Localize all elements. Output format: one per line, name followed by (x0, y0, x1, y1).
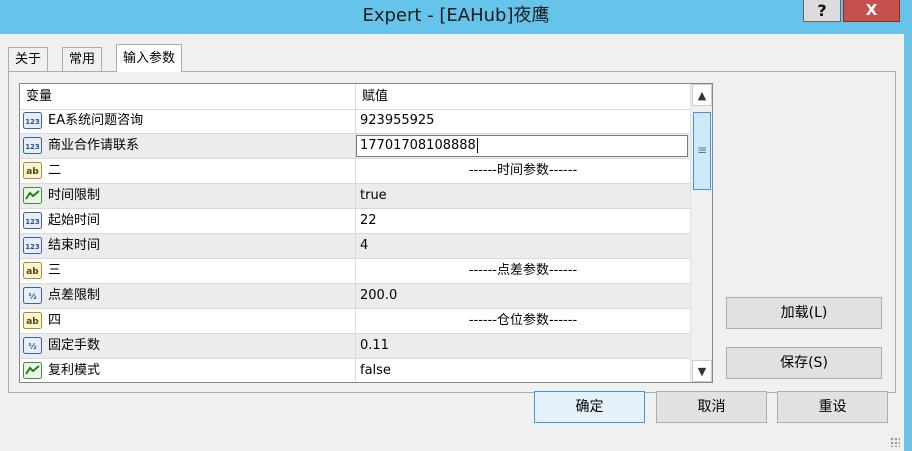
value-edit-text: 17701708108888 (360, 138, 476, 153)
variable-name: EA系统问题咨询 (48, 113, 144, 128)
parameter-value[interactable]: 923955925 (360, 109, 434, 133)
column-header-value[interactable]: 赋值 (356, 84, 690, 109)
grid-header: 变量 赋值 (20, 84, 690, 110)
scroll-up-arrow-icon[interactable]: ▲ (692, 84, 712, 106)
string-ab-icon: ab (23, 262, 42, 279)
parameter-value[interactable]: 200.0 (360, 284, 397, 308)
scroll-thumb[interactable]: ≡ (693, 112, 711, 190)
table-row[interactable]: 复利模式 false (20, 359, 690, 382)
variable-name: 三 (48, 263, 62, 278)
svg-text:ab: ab (26, 267, 39, 277)
table-row[interactable]: 123 起始时间 22 (20, 209, 690, 234)
table-row[interactable]: ab 四 ------仓位参数------ (20, 309, 690, 334)
scroll-down-arrow-icon[interactable]: ▼ (692, 360, 712, 382)
tab-common[interactable]: 常用 (62, 47, 103, 71)
table-row[interactable]: 123 EA系统问题咨询 923955925 (20, 109, 690, 134)
variable-name: 二 (48, 163, 62, 178)
reset-button[interactable]: 重设 (777, 391, 888, 423)
integer-123-icon: 123 (23, 237, 42, 254)
column-divider (355, 234, 356, 258)
column-divider (355, 284, 356, 308)
variable-name: 时间限制 (48, 188, 101, 203)
double-half-icon: ½ (23, 337, 42, 354)
grid-vertical-scrollbar[interactable]: ▲ ≡ ▼ (690, 84, 712, 382)
string-ab-icon: ab (23, 162, 42, 179)
parameter-value[interactable]: 22 (360, 209, 377, 233)
window-title: Expert - [EAHub]夜鹰 (362, 5, 550, 26)
help-button[interactable]: ? (803, 0, 841, 22)
table-row[interactable]: ½ 固定手数 0.11 (20, 334, 690, 359)
variable-name: 起始时间 (48, 213, 101, 228)
tab-input-params[interactable]: 输入参数 (116, 44, 183, 72)
svg-text:123: 123 (25, 118, 40, 126)
table-row[interactable]: ab 二 ------时间参数------ (20, 159, 690, 184)
table-row[interactable]: 123 结束时间 4 (20, 234, 690, 259)
title-bar: Expert - [EAHub]夜鹰 ? X (0, 0, 912, 34)
variable-name: 复利模式 (48, 363, 101, 378)
column-divider (355, 109, 356, 133)
column-header-variable[interactable]: 变量 (20, 84, 355, 109)
parameter-value[interactable]: true (360, 184, 387, 208)
parameter-value[interactable]: ------点差参数------ (356, 259, 690, 283)
variable-name: 点差限制 (48, 288, 101, 303)
string-ab-icon: ab (23, 312, 42, 329)
svg-text:123: 123 (25, 243, 40, 251)
variable-name: 固定手数 (48, 338, 101, 353)
column-divider (355, 334, 356, 358)
parameter-value[interactable]: false (360, 359, 391, 382)
text-caret (476, 138, 478, 153)
close-button[interactable]: X (843, 0, 900, 22)
variable-name: 结束时间 (48, 238, 101, 253)
boolean-chart-icon (23, 362, 42, 379)
table-row[interactable]: 时间限制 true (20, 184, 690, 209)
ok-button[interactable]: 确定 (534, 391, 645, 423)
table-row[interactable]: ab 三 ------点差参数------ (20, 259, 690, 284)
parameter-value[interactable]: 0.11 (360, 334, 389, 358)
integer-123-icon: 123 (23, 212, 42, 229)
integer-123-icon: 123 (23, 137, 42, 154)
boolean-chart-icon (23, 187, 42, 204)
value-edit-input[interactable]: 17701708108888 (356, 135, 688, 157)
svg-text:ab: ab (26, 167, 39, 177)
svg-text:½: ½ (28, 291, 36, 301)
double-half-icon: ½ (23, 287, 42, 304)
column-divider (355, 359, 356, 382)
load-button[interactable]: 加载(L) (726, 297, 882, 329)
column-divider (355, 209, 356, 233)
table-row[interactable]: 123 商业合作请联系 17701708108888 (20, 134, 690, 159)
cancel-button[interactable]: 取消 (656, 391, 767, 423)
column-divider (355, 184, 356, 208)
svg-text:123: 123 (25, 143, 40, 151)
save-button[interactable]: 保存(S) (726, 347, 882, 379)
parameter-value[interactable]: ------仓位参数------ (356, 309, 690, 333)
parameter-value[interactable]: 4 (360, 234, 368, 258)
parameter-value[interactable]: ------时间参数------ (356, 159, 690, 183)
parameters-grid: 变量 赋值 123 EA系统问题咨询 923955925 123 商业合作请联系 1770… (19, 83, 713, 383)
window-right-edge (904, 34, 912, 451)
variable-name: 商业合作请联系 (48, 138, 140, 153)
variable-name: 四 (48, 313, 62, 328)
grid-rows: 123 EA系统问题咨询 923955925 123 商业合作请联系 1770170810… (20, 109, 690, 382)
svg-text:123: 123 (25, 218, 40, 226)
resize-grip-icon[interactable] (890, 437, 900, 447)
svg-text:ab: ab (26, 317, 39, 327)
integer-123-icon: 123 (23, 112, 42, 129)
table-row[interactable]: ½ 点差限制 200.0 (20, 284, 690, 309)
tab-about[interactable]: 关于 (8, 47, 49, 71)
svg-text:½: ½ (28, 341, 36, 351)
